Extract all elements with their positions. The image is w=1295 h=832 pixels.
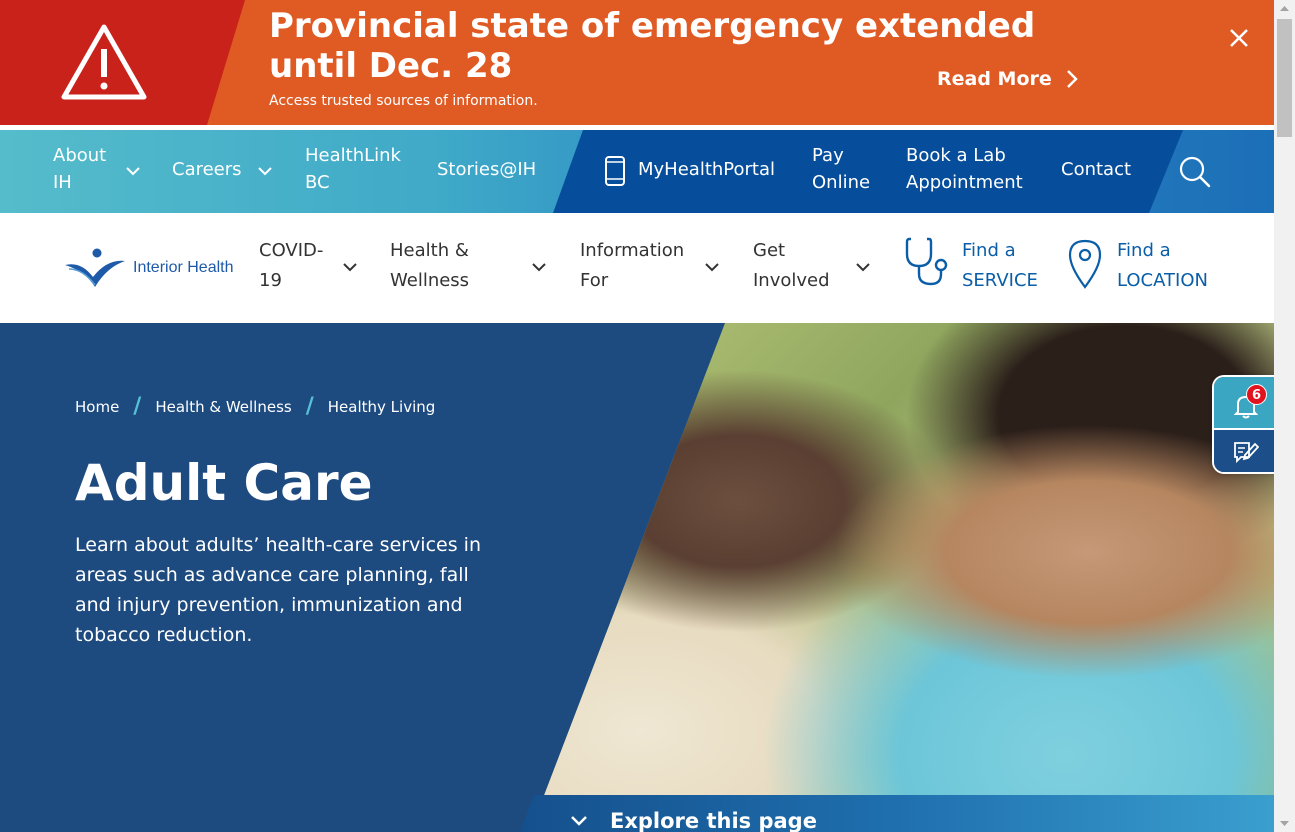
mobile-phone-icon [605, 156, 625, 186]
warning-icon [61, 24, 147, 100]
edit-note-icon [1234, 442, 1259, 464]
nav-pay-online[interactable]: Pay Online [812, 142, 882, 196]
nav-about-ih-label: About IH [53, 145, 107, 193]
alert-icon-panel [0, 0, 245, 125]
breadcrumb-health-wellness[interactable]: Health & Wellness [155, 398, 291, 416]
nav-stories-label: Stories@IH [437, 159, 537, 180]
nav-information-for-label: Information For [580, 240, 685, 291]
nav-book-lab[interactable]: Book a Lab Appointment [906, 142, 1036, 196]
chevron-down-icon[interactable] [532, 263, 546, 272]
scroll-down-arrow-icon[interactable] [1274, 815, 1295, 832]
nav-health-wellness-label: Health & Wellness [390, 240, 470, 291]
chevron-down-icon[interactable] [705, 263, 719, 272]
nav-stories[interactable]: Stories@IH [437, 156, 536, 183]
stethoscope-icon [905, 237, 948, 286]
nav-contact[interactable]: Contact [1061, 156, 1131, 183]
chevron-down-icon [571, 816, 587, 826]
emergency-alert-banner: Provincial state of emergency extended u… [0, 0, 1274, 125]
nav-book-lab-label: Book a Lab Appointment [906, 145, 1023, 193]
breadcrumb-home[interactable]: Home [75, 398, 119, 416]
main-nav: Interior Health COVID-19 Health & Wellne… [0, 213, 1274, 323]
logo-icon [65, 248, 125, 287]
find-service-bottom: SERVICE [962, 270, 1038, 291]
feedback-button[interactable] [1214, 428, 1274, 472]
location-pin-icon [1068, 239, 1102, 289]
nav-contact-label: Contact [1061, 159, 1132, 180]
hero-section: Home / Health & Wellness / Healthy Livin… [0, 323, 1274, 832]
nav-information-for[interactable]: Information For [580, 236, 695, 296]
find-location-top: Find a [1117, 240, 1171, 261]
scroll-up-arrow-icon[interactable] [1274, 0, 1295, 17]
utility-nav-bar: About IH Careers HealthLink BC Stories@I… [0, 130, 1274, 213]
nav-myhealthportal-label: MyHealthPortal [638, 159, 776, 180]
find-a-service-link[interactable]: Find a SERVICE [962, 236, 1038, 296]
breadcrumb-separator: / [133, 394, 142, 419]
breadcrumb-healthy-living[interactable]: Healthy Living [328, 398, 436, 416]
chevron-right-icon [1066, 70, 1078, 88]
breadcrumb-separator: / [305, 394, 314, 419]
read-more-link[interactable]: Read More [937, 68, 1078, 90]
find-service-top: Find a [962, 240, 1016, 261]
nav-get-involved[interactable]: Get Involved [753, 236, 838, 296]
breadcrumb: Home / Health & Wellness / Healthy Livin… [75, 394, 435, 419]
nav-get-involved-label: Get Involved [753, 240, 830, 291]
find-a-location-link[interactable]: Find a LOCATION [1117, 236, 1208, 296]
page-title: Adult Care [75, 454, 373, 512]
find-location-bottom: LOCATION [1117, 270, 1208, 291]
explore-this-page-label: Explore this page [610, 809, 817, 832]
chevron-down-icon[interactable] [126, 167, 140, 176]
interior-health-logo[interactable]: Interior Health [63, 247, 234, 289]
logo-text: Interior Health [133, 259, 234, 276]
notification-count-badge: 6 [1246, 384, 1267, 405]
scrollbar-thumb[interactable] [1277, 19, 1292, 137]
nav-covid-19-label: COVID-19 [259, 240, 324, 291]
alert-subtitle: Access trusted sources of information. [269, 93, 538, 109]
search-icon[interactable] [1178, 155, 1212, 189]
explore-this-page-bar[interactable]: Explore this page [520, 795, 1274, 832]
side-widget: 6 [1212, 375, 1274, 474]
nav-health-wellness[interactable]: Health & Wellness [390, 236, 490, 296]
page-description: Learn about adults’ health-care services… [75, 534, 481, 646]
nav-pay-online-label: Pay Online [812, 145, 871, 193]
vertical-scrollbar[interactable] [1274, 0, 1295, 832]
nav-healthlink-bc-label: HealthLink BC [305, 145, 401, 193]
nav-healthlink-bc[interactable]: HealthLink BC [305, 142, 415, 196]
close-icon[interactable] [1225, 24, 1253, 52]
read-more-label: Read More [937, 68, 1052, 90]
chevron-down-icon[interactable] [258, 167, 272, 176]
nav-careers-label: Careers [172, 159, 242, 180]
nav-about-ih[interactable]: About IH [53, 142, 113, 196]
hero-photo [530, 323, 1274, 832]
nav-myhealthportal[interactable]: MyHealthPortal [638, 156, 775, 183]
chevron-down-icon[interactable] [343, 263, 357, 272]
chevron-down-icon[interactable] [856, 263, 870, 272]
nav-careers[interactable]: Careers [172, 156, 242, 183]
notifications-button[interactable]: 6 [1214, 377, 1274, 428]
nav-covid-19[interactable]: COVID-19 [259, 236, 334, 296]
